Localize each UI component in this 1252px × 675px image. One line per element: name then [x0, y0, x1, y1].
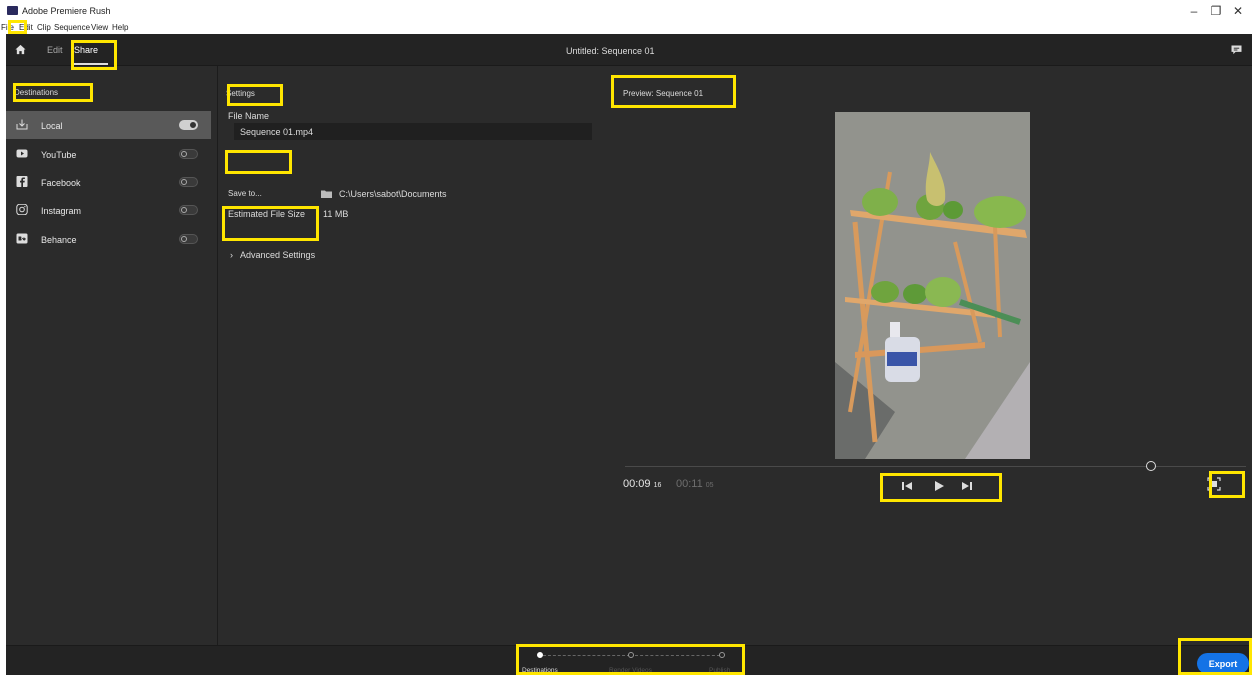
step-destinations-dot[interactable] — [537, 652, 543, 658]
youtube-icon — [16, 149, 28, 158]
restore-button[interactable]: ❐ — [1206, 4, 1226, 18]
feedback-icon[interactable] — [1231, 45, 1242, 55]
step-destinations-label: Destinations — [522, 667, 558, 674]
destination-local[interactable]: Local — [6, 111, 211, 139]
window-title: Adobe Premiere Rush — [22, 6, 111, 16]
destination-label: Facebook — [41, 178, 81, 188]
tab-share[interactable]: Share — [74, 45, 98, 55]
step-publish-label: Publish — [709, 667, 731, 674]
facebook-toggle[interactable] — [179, 177, 198, 187]
document-title: Untitled: Sequence 01 — [566, 46, 655, 56]
window-titlebar: Adobe Premiere Rush – ❐ ✕ — [0, 0, 1252, 23]
local-save-icon — [16, 119, 28, 130]
video-preview-frame — [835, 112, 1030, 459]
destination-instagram[interactable]: Instagram — [6, 196, 211, 224]
menu-view[interactable]: View — [91, 23, 108, 32]
step-connector — [635, 655, 720, 656]
step-back-icon[interactable] — [901, 480, 913, 492]
file-name-input[interactable] — [234, 123, 592, 140]
save-to-button[interactable]: Save to... — [228, 189, 262, 198]
step-publish-dot[interactable] — [719, 652, 725, 658]
transport-controls — [884, 474, 1001, 498]
preview-heading: Preview: Sequence 01 — [623, 89, 704, 98]
step-connector — [543, 655, 630, 656]
close-button[interactable]: ✕ — [1228, 4, 1248, 18]
settings-heading: Settings — [226, 89, 255, 98]
folder-icon — [321, 190, 332, 198]
destination-label: YouTube — [41, 150, 77, 160]
step-render-dot[interactable] — [628, 652, 634, 658]
timeline-track[interactable] — [625, 466, 1152, 467]
step-render-label: Render Videos — [609, 667, 652, 674]
chevron-right-icon: › — [230, 250, 233, 260]
menu-bar: File Edit Clip Sequence View Help — [0, 23, 1252, 34]
minimize-button[interactable]: – — [1184, 4, 1204, 18]
local-toggle[interactable] — [179, 120, 198, 130]
premiere-rush-app-icon — [7, 6, 18, 15]
destination-label: Local — [41, 121, 63, 131]
playhead-handle[interactable] — [1146, 461, 1156, 471]
menu-edit[interactable]: Edit — [19, 23, 33, 32]
facebook-icon — [16, 176, 28, 187]
destination-label: Behance — [41, 235, 77, 245]
active-tab-indicator — [72, 63, 108, 65]
step-forward-icon[interactable] — [961, 480, 973, 492]
advanced-settings-toggle[interactable]: › Advanced Settings — [230, 250, 315, 260]
destinations-heading: Destinations — [14, 88, 59, 97]
bottom-bar: Destinations Render Videos Publish Expor… — [6, 645, 1252, 675]
tab-edit[interactable]: Edit — [47, 45, 63, 55]
timeline-track-remaining — [1156, 466, 1246, 467]
fit-to-frame-icon[interactable] — [1206, 476, 1222, 492]
current-timecode: 00:09 16 — [623, 478, 662, 490]
behance-toggle[interactable] — [179, 234, 198, 244]
app-window: Edit Share Untitled: Sequence 01 Destina… — [6, 34, 1252, 675]
home-icon[interactable] — [15, 44, 26, 55]
estimated-size-label: Estimated File Size — [228, 209, 306, 219]
destination-facebook[interactable]: Facebook — [6, 168, 211, 196]
estimated-size-value: 11 MB — [323, 209, 349, 219]
behance-icon — [16, 233, 28, 244]
menu-file[interactable]: File — [1, 23, 14, 32]
settings-panel: Settings File Name Save to... C:\Users\s… — [219, 66, 599, 645]
save-path: C:\Users\sabot\Documents — [339, 189, 447, 199]
advanced-settings-label: Advanced Settings — [240, 250, 316, 260]
instagram-toggle[interactable] — [179, 205, 198, 215]
menu-sequence[interactable]: Sequence — [54, 23, 90, 32]
menu-clip[interactable]: Clip — [37, 23, 51, 32]
destinations-panel: Destinations Local YouTube Facebook Inst… — [6, 66, 218, 645]
destination-behance[interactable]: Behance — [6, 225, 211, 253]
destination-youtube[interactable]: YouTube — [6, 140, 211, 168]
menu-help[interactable]: Help — [112, 23, 128, 32]
total-duration: 00:11 05 — [676, 478, 714, 490]
instagram-icon — [16, 204, 28, 215]
youtube-toggle[interactable] — [179, 149, 198, 159]
export-button[interactable]: Export — [1197, 653, 1249, 674]
top-bar: Edit Share Untitled: Sequence 01 — [6, 34, 1252, 66]
destination-label: Instagram — [41, 206, 82, 216]
file-name-label: File Name — [228, 111, 270, 121]
play-icon[interactable] — [933, 480, 945, 492]
